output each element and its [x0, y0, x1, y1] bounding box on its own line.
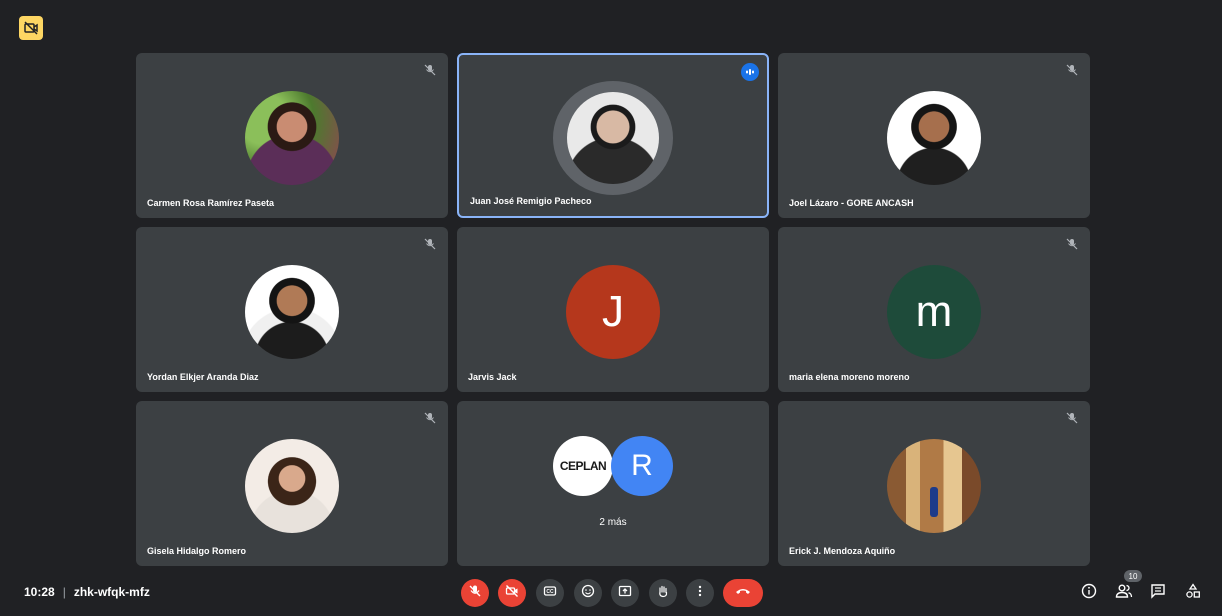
- participant-name: Yordan Elkjer Aranda Diaz: [147, 372, 259, 382]
- more-options-button[interactable]: [686, 579, 714, 607]
- leave-call-button[interactable]: [723, 579, 763, 607]
- raise-hand-button[interactable]: [649, 579, 677, 607]
- activities-button[interactable]: [1183, 582, 1203, 604]
- captions-button[interactable]: CC: [536, 579, 564, 607]
- participant-photo: [887, 439, 981, 533]
- ceplan-logo-avatar: CEPLAN: [553, 436, 613, 496]
- participant-tile-active-speaker[interactable]: Juan José Remigio Pacheco: [457, 53, 769, 218]
- leave-call-icon: [734, 584, 752, 602]
- participant-name: Erick J. Mendoza Aquiño: [789, 546, 896, 556]
- participant-initial-avatar: m: [887, 265, 981, 359]
- mic-off-icon: [468, 584, 482, 603]
- speaking-indicator-icon: [741, 63, 759, 81]
- avatar-initial: R: [631, 449, 653, 482]
- participant-initial-avatar: R: [611, 436, 673, 496]
- avatar-initial: J: [602, 287, 624, 336]
- meeting-info: 10:28 | zhk-wfqk-mfz: [24, 585, 150, 599]
- participant-tile[interactable]: Joel Lázaro - GORE ANCASH: [778, 53, 1090, 218]
- participant-initial-avatar: J: [566, 265, 660, 359]
- mic-off-icon: [1064, 62, 1080, 78]
- participant-photo: [553, 81, 673, 195]
- participant-name: maria elena moreno moreno: [789, 372, 910, 382]
- emoji-icon: [581, 584, 595, 603]
- participant-name: Gisela Hidalgo Romero: [147, 546, 247, 556]
- participant-tile[interactable]: Carmen Rosa Ramírez Paseta: [136, 53, 448, 218]
- participant-name: Jarvis Jack: [468, 372, 517, 382]
- people-icon: [1115, 583, 1133, 604]
- reactions-button[interactable]: [574, 579, 602, 607]
- participant-tile[interactable]: Gisela Hidalgo Romero: [136, 401, 448, 566]
- participant-photo: [245, 265, 339, 359]
- present-now-button[interactable]: [611, 579, 639, 607]
- captions-icon: CC: [543, 584, 557, 603]
- mic-off-icon: [1064, 236, 1080, 252]
- participant-name: Juan José Remigio Pacheco: [470, 196, 592, 206]
- avatar-initial: m: [915, 287, 953, 336]
- more-participants-label: 2 más: [599, 517, 627, 528]
- participant-count-badge: 10: [1124, 570, 1142, 582]
- meeting-details-button[interactable]: [1079, 583, 1099, 603]
- mic-off-icon: [422, 410, 438, 426]
- participant-tile[interactable]: Erick J. Mendoza Aquiño: [778, 401, 1090, 566]
- svg-text:CC: CC: [546, 589, 554, 595]
- more-participants-tile[interactable]: CEPLAN R 2 más: [457, 401, 769, 566]
- info-icon: [1081, 583, 1097, 604]
- chat-icon: [1150, 583, 1166, 604]
- participant-photo: [245, 91, 339, 185]
- chat-button[interactable]: [1148, 583, 1168, 603]
- mic-off-icon: [422, 62, 438, 78]
- participant-name: Carmen Rosa Ramírez Paseta: [147, 198, 275, 208]
- toggle-microphone-button[interactable]: [461, 579, 489, 607]
- participant-photo: [245, 439, 339, 533]
- grouped-avatars: CEPLAN R: [553, 436, 675, 496]
- toggle-camera-button[interactable]: [498, 579, 526, 607]
- meeting-time: 10:28: [24, 585, 55, 599]
- raise-hand-icon: [656, 584, 670, 603]
- participant-tile[interactable]: Yordan Elkjer Aranda Diaz: [136, 227, 448, 392]
- meeting-info-separator: |: [62, 585, 66, 599]
- mic-off-icon: [1064, 410, 1080, 426]
- mic-off-icon: [422, 236, 438, 252]
- ceplan-logo-text: CEPLAN: [559, 459, 607, 473]
- participant-tile[interactable]: J Jarvis Jack: [457, 227, 769, 392]
- camera-off-icon: [505, 584, 519, 603]
- participant-tile[interactable]: m maria elena moreno moreno: [778, 227, 1090, 392]
- activities-icon: [1185, 582, 1201, 604]
- present-icon: [618, 584, 632, 603]
- camera-off-badge-icon: [19, 16, 43, 40]
- meeting-code: zhk-wfqk-mfz: [73, 585, 150, 599]
- more-options-icon: [693, 584, 707, 603]
- people-button[interactable]: [1114, 583, 1134, 603]
- participant-photo: [887, 91, 981, 185]
- participant-name: Joel Lázaro - GORE ANCASH: [789, 198, 914, 208]
